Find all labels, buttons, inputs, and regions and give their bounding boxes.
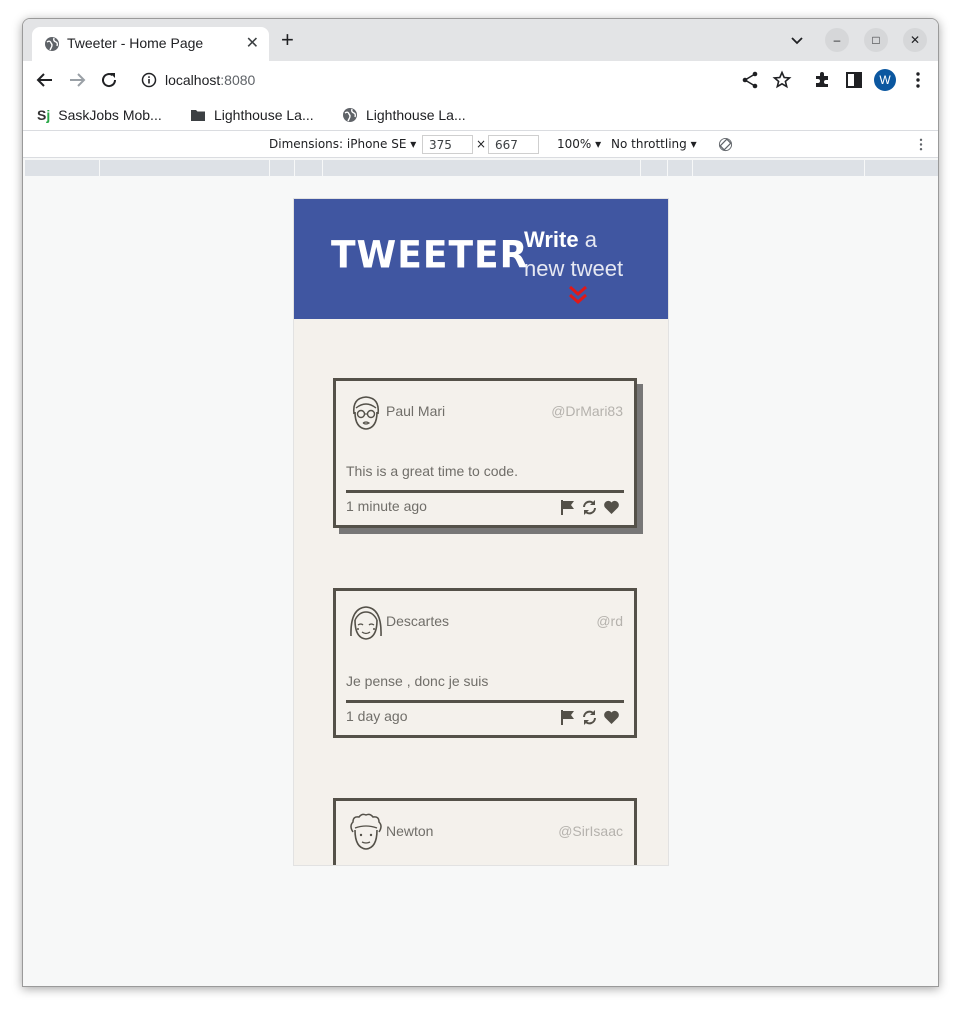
tab-active[interactable]: Tweeter - Home Page ✕ [32, 27, 269, 61]
rotate-icon[interactable] [718, 137, 733, 152]
bookmark-star-icon[interactable] [772, 70, 792, 90]
tweet-handle: @rd [596, 613, 623, 629]
url-host: localhost [165, 72, 221, 88]
heart-icon[interactable] [603, 709, 620, 726]
dimension-times: × [476, 137, 487, 151]
double-chevron-down-icon[interactable] [567, 284, 589, 306]
back-arrow-icon[interactable] [35, 70, 55, 90]
globe-icon [45, 37, 59, 51]
device-width-input[interactable]: 375 [422, 135, 473, 154]
folder-icon [191, 110, 205, 121]
write-rest: a [578, 227, 597, 252]
write-rest-line2: new tweet [524, 256, 624, 281]
bookmark-lighthouse-folder[interactable]: Lighthouse La... [190, 104, 314, 126]
kebab-menu-icon[interactable] [908, 70, 928, 90]
tweet-author-name: Descartes [386, 613, 450, 629]
write-bold: Write [524, 227, 579, 252]
profile-avatar[interactable]: W [874, 69, 896, 91]
tweet-timestamp: 1 minute ago [346, 498, 427, 514]
new-tab-button[interactable]: + [281, 29, 294, 51]
close-window-button[interactable]: ✕ [903, 28, 927, 52]
tweet-card[interactable]: Paul Mari @DrMari83 This is a great time… [333, 378, 637, 528]
tab-strip: Tweeter - Home Page ✕ + – □ ✕ [23, 19, 938, 61]
reload-icon[interactable] [99, 70, 119, 90]
retweet-icon[interactable] [581, 709, 598, 726]
media-query-bar[interactable] [25, 160, 938, 176]
device-viewport: TWEETER Write a new tweet Paul Mari @DrM… [293, 198, 669, 866]
tweet-handle: @SirIsaac [558, 823, 623, 839]
tweet-card[interactable]: Descartes @rd Je pense , donc je suis 1 … [333, 588, 637, 738]
url-port: :8080 [220, 72, 256, 88]
tweet-actions [559, 499, 623, 517]
bookmarks-bar: Sj SaskJobs Mob... Lighthouse La... Ligh… [23, 99, 938, 131]
globe-icon [343, 108, 357, 122]
side-panel-icon[interactable] [844, 70, 864, 90]
tweet-divider [346, 490, 624, 493]
throttling-dropdown[interactable]: No throttling ▾ [611, 137, 697, 151]
flag-icon[interactable] [559, 499, 576, 516]
share-icon[interactable] [740, 70, 760, 90]
tweet-handle: @DrMari83 [551, 403, 623, 419]
curly-hair-face-icon [350, 813, 382, 850]
compose-toggle[interactable]: Write a new tweet [524, 225, 644, 283]
address-bar[interactable]: localhost:8080 [131, 64, 799, 96]
app-logo: TWEETER [331, 233, 529, 278]
bookmark-lighthouse-page[interactable]: Lighthouse La... [342, 104, 466, 126]
tweet-card[interactable]: Newton @SirIsaac [333, 798, 637, 865]
tweet-text: Je pense , donc je suis [346, 673, 489, 689]
maximize-button[interactable]: □ [864, 28, 888, 52]
tweet-divider [346, 700, 624, 703]
extensions-puzzle-icon[interactable] [812, 70, 832, 90]
bookmark-label: Lighthouse La... [214, 107, 314, 123]
heart-icon[interactable] [603, 499, 620, 516]
tweet-author-name: Newton [386, 823, 434, 839]
retweet-icon[interactable] [581, 499, 598, 516]
tweet-actions [559, 709, 623, 727]
device-toolbar: Dimensions: iPhone SE ▾ 375 × 667 100% ▾… [23, 131, 938, 158]
dimensions-dropdown[interactable]: Dimensions: iPhone SE ▾ [269, 137, 416, 151]
bangs-face-icon [350, 606, 382, 640]
forward-arrow-icon[interactable] [67, 70, 87, 90]
tweet-text: This is a great time to code. [346, 463, 518, 479]
browser-window: Tweeter - Home Page ✕ + – □ ✕ localhost:… [22, 18, 939, 987]
url-text: localhost:8080 [165, 72, 255, 88]
tweet-timestamp: 1 day ago [346, 708, 408, 724]
browser-toolbar: localhost:8080 W [23, 61, 938, 99]
saskjobs-logo: Sj [37, 107, 51, 123]
zoom-dropdown[interactable]: 100% ▾ [557, 137, 601, 151]
bookmark-saskjobs[interactable]: Sj SaskJobs Mob... [37, 104, 162, 126]
device-height-input[interactable]: 667 [488, 135, 539, 154]
bookmark-label: SaskJobs Mob... [58, 107, 162, 123]
bookmark-label: Lighthouse La... [366, 107, 466, 123]
tab-close-icon[interactable]: ✕ [246, 34, 259, 52]
tab-search-chevron-icon[interactable] [789, 32, 805, 48]
tweet-author-name: Paul Mari [386, 403, 446, 419]
minimize-button[interactable]: – [825, 28, 849, 52]
site-info-icon[interactable] [141, 72, 157, 88]
glasses-face-icon [352, 396, 380, 430]
tab-title: Tweeter - Home Page [67, 35, 204, 51]
device-toolbar-menu-icon[interactable] [917, 137, 925, 152]
flag-icon[interactable] [559, 709, 576, 726]
app-header: TWEETER Write a new tweet [294, 199, 668, 319]
